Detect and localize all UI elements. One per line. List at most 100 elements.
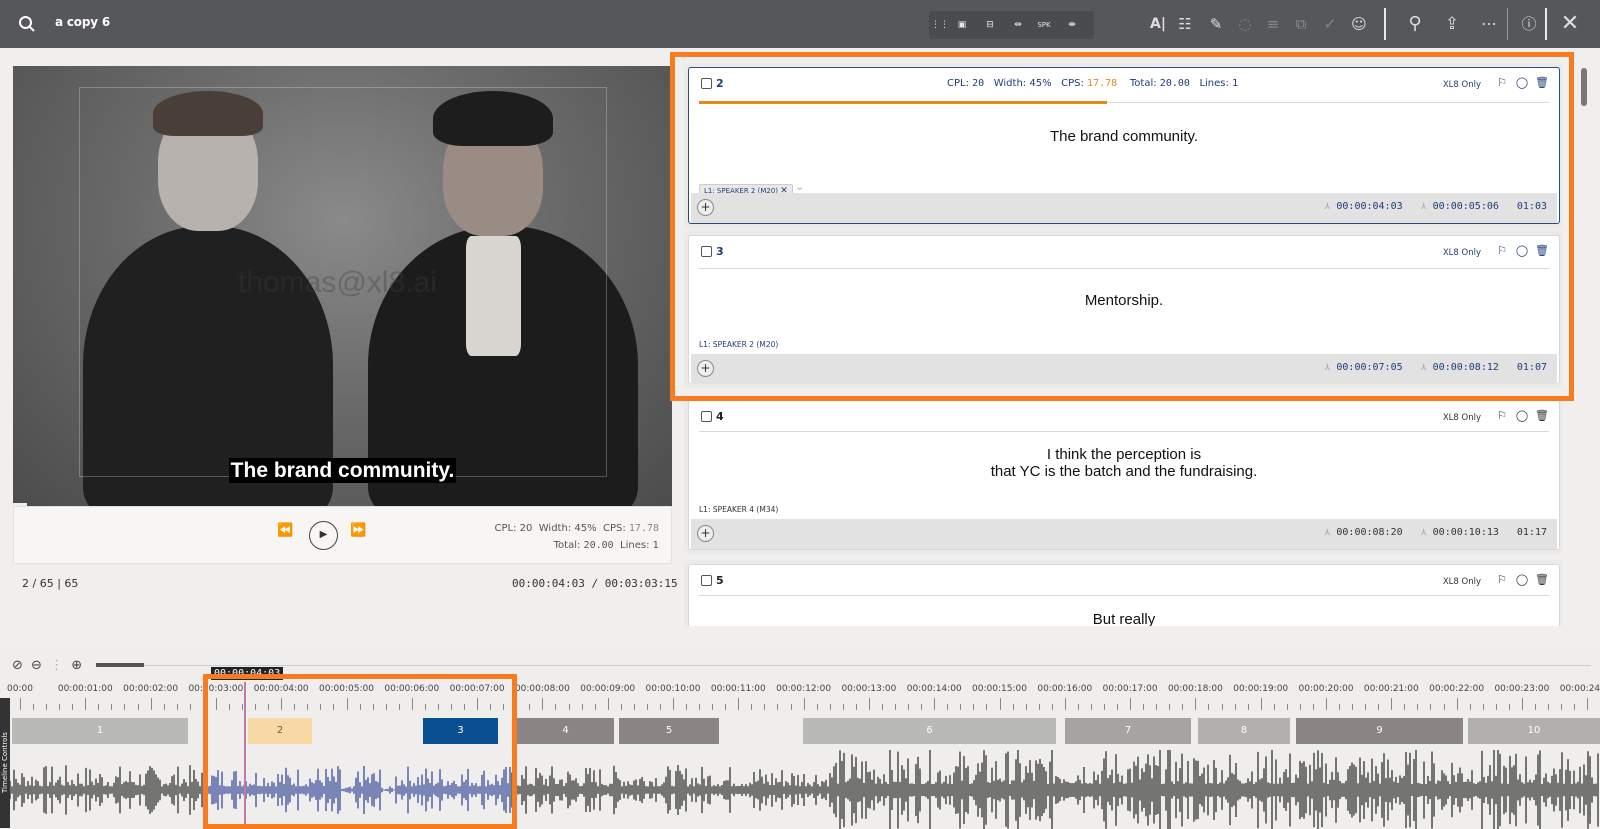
search-icon[interactable] bbox=[18, 15, 36, 33]
timeline-segment-3[interactable]: 3 bbox=[423, 718, 498, 744]
card-number: 3 bbox=[701, 245, 724, 258]
subtitle-text-line-2[interactable]: that YC is the batch and the fundraising… bbox=[689, 463, 1559, 481]
subtitle-list-icon[interactable]: ☷ bbox=[1173, 12, 1197, 36]
ruler-tick bbox=[659, 704, 661, 710]
ruler-tick bbox=[555, 704, 557, 710]
timeline-zoom-controls: ⊘ ⊖ ⋮ ⊕ bbox=[12, 658, 82, 673]
ruler-tick bbox=[46, 704, 48, 710]
speaker-icon[interactable]: ☺ bbox=[1347, 12, 1371, 36]
timeline-segment-2[interactable]: 2 bbox=[248, 718, 312, 744]
subtitle-text[interactable]: Mentorship. bbox=[689, 292, 1559, 310]
subtitle-card[interactable]: 2 CPL: 20 Width: 45% CPS: 17.78 Total: 2… bbox=[688, 67, 1560, 224]
comment-icon[interactable]: ◯ bbox=[1515, 409, 1529, 423]
time-in[interactable]: 00:00:08:20 bbox=[1336, 527, 1402, 538]
duration: 01:03 bbox=[1516, 201, 1547, 212]
card-checkbox[interactable] bbox=[701, 411, 712, 422]
forward-icon[interactable]: ⏩ bbox=[350, 523, 366, 538]
wrap-icon[interactable]: ≡ bbox=[1261, 12, 1285, 36]
playhead-time: 00:00:04:03 bbox=[211, 667, 284, 680]
ruler-tick bbox=[1482, 704, 1484, 710]
ruler-tick bbox=[620, 704, 622, 710]
delete-icon[interactable]: 🗑 bbox=[1535, 409, 1549, 423]
merge-icon[interactable]: ⇼ bbox=[1063, 17, 1081, 33]
bookmark-icon[interactable]: ⚐ bbox=[1495, 409, 1509, 423]
ai-text-icon[interactable]: A| bbox=[1146, 12, 1170, 36]
subtitle-text-line-1[interactable]: I think the perception is bbox=[689, 446, 1559, 464]
speaker-label[interactable]: L1: SPEAKER 4 (M34) bbox=[699, 505, 778, 514]
subtitle-card[interactable]: 5 XL8 Only ⚐ ◯ 🗑 But really bbox=[688, 564, 1560, 626]
comment-icon[interactable]: ◯ bbox=[1515, 244, 1529, 258]
timeline-segment-5[interactable]: 5 bbox=[619, 718, 719, 744]
ruler-tick bbox=[437, 704, 439, 710]
add-subtitle-button[interactable]: + bbox=[697, 360, 714, 377]
bookmark-icon[interactable]: ⚐ bbox=[1495, 573, 1509, 587]
export-icon[interactable]: ⇪ bbox=[1440, 12, 1464, 36]
add-subtitle-button[interactable]: + bbox=[697, 525, 714, 542]
drag-handle-icon[interactable]: ⋮⋮ bbox=[931, 17, 949, 33]
timeline-segment-7[interactable]: 7 bbox=[1065, 718, 1191, 744]
subtitle-card[interactable]: 4 XL8 Only ⚐ ◯ 🗑 I think the perception … bbox=[688, 400, 1560, 550]
time-in[interactable]: 00:00:07:05 bbox=[1336, 362, 1402, 373]
archive-icon[interactable]: ⊟ bbox=[981, 17, 999, 33]
check-icon[interactable]: ✓ bbox=[1318, 12, 1342, 36]
timeline-segment-4[interactable]: 4 bbox=[517, 718, 614, 744]
comment-icon[interactable]: ◌ bbox=[1233, 12, 1257, 36]
ruler-tick bbox=[1312, 704, 1314, 710]
time-out[interactable]: 00:00:10:13 bbox=[1433, 527, 1499, 538]
zoom-slider-track[interactable] bbox=[96, 665, 1591, 666]
comment-icon[interactable]: ◯ bbox=[1515, 573, 1529, 587]
spk-icon[interactable]: SPK bbox=[1035, 17, 1053, 33]
time-in[interactable]: 00:00:04:03 bbox=[1336, 201, 1402, 212]
timeline-controls-toggle[interactable]: Timeline Controls bbox=[0, 698, 10, 828]
list-scrollbar[interactable] bbox=[1578, 60, 1588, 620]
bookmark-icon[interactable]: ⚐ bbox=[1495, 244, 1509, 258]
time-out[interactable]: 00:00:05:06 bbox=[1433, 201, 1499, 212]
card-checkbox[interactable] bbox=[701, 575, 712, 586]
pencil-icon[interactable]: ✎ bbox=[1204, 12, 1228, 36]
ruler-tick bbox=[1339, 704, 1341, 710]
timeline-segment-10[interactable]: 10 bbox=[1468, 718, 1600, 744]
time-out[interactable]: 00:00:08:12 bbox=[1433, 362, 1499, 373]
zoom-out-icon[interactable]: ⊖ bbox=[31, 658, 42, 673]
add-subtitle-button[interactable]: + bbox=[697, 199, 714, 216]
delete-icon[interactable]: 🗑 bbox=[1535, 244, 1549, 258]
help-icon[interactable]: ⓘ bbox=[1517, 12, 1541, 36]
subtitle-text[interactable]: The brand community. bbox=[689, 128, 1559, 146]
audio-waveform[interactable] bbox=[0, 750, 1600, 829]
delete-icon[interactable]: 🗑 bbox=[1535, 573, 1549, 587]
zoom-in-icon[interactable]: ⊕ bbox=[71, 658, 82, 673]
find-replace-icon[interactable]: ⚲ bbox=[1403, 12, 1427, 36]
ruler-tick bbox=[699, 704, 701, 710]
ruler-tick bbox=[1391, 698, 1393, 710]
timeline-ruler[interactable]: 00:00 00:00:01:00 00:00:02:00 00:00:03:00 00… bbox=[0, 682, 1600, 712]
close-icon[interactable]: ✕ bbox=[1558, 12, 1582, 36]
timeline-segment-8[interactable]: 8 bbox=[1198, 718, 1290, 744]
split-icon[interactable]: ⇹ bbox=[1009, 17, 1027, 33]
play-button[interactable]: ▶ bbox=[309, 521, 338, 550]
ruler-tick bbox=[1456, 698, 1458, 710]
copy-icon[interactable]: ⧉ bbox=[1289, 12, 1313, 36]
timeline-segment-6[interactable]: 6 bbox=[803, 718, 1056, 744]
zoom-slider-thumb[interactable] bbox=[96, 663, 144, 667]
subtitle-card[interactable]: 3 XL8 Only ⚐ ◯ 🗑 Mentorship. L1: SPEAKER… bbox=[688, 235, 1560, 384]
timeline-segment-1[interactable]: 1 bbox=[12, 718, 188, 744]
rewind-icon[interactable]: ⏪ bbox=[277, 523, 293, 538]
comment-icon[interactable]: ◯ bbox=[1515, 76, 1529, 90]
hide-waveform-icon[interactable]: ⊘ bbox=[12, 658, 23, 673]
chevron-down-icon[interactable]: ⌄ bbox=[795, 180, 804, 193]
delete-icon[interactable]: 🗑 bbox=[1535, 76, 1549, 90]
ruler-tick-label: 00:00:19:00 bbox=[1233, 684, 1289, 694]
card-checkbox[interactable] bbox=[701, 78, 712, 89]
bookmark-icon[interactable]: ⚐ bbox=[1495, 76, 1509, 90]
speaker-label[interactable]: L1: SPEAKER 2 (M20) bbox=[699, 340, 778, 349]
timeline-segment-9[interactable]: 9 bbox=[1296, 718, 1463, 744]
ruler-tick bbox=[1561, 704, 1563, 710]
scrollbar-thumb[interactable] bbox=[1581, 68, 1587, 106]
ruler-tick-label: 00:00:12:00 bbox=[776, 684, 832, 694]
insert-subtitle-icon[interactable]: ▣ bbox=[953, 17, 971, 33]
video-preview[interactable]: thomas@xl8.ai The brand community. bbox=[13, 66, 672, 506]
subtitle-text[interactable]: But really bbox=[689, 611, 1559, 626]
card-checkbox[interactable] bbox=[701, 246, 712, 257]
more-icon[interactable]: ⋯ bbox=[1477, 12, 1501, 36]
playhead-line[interactable] bbox=[244, 682, 246, 829]
